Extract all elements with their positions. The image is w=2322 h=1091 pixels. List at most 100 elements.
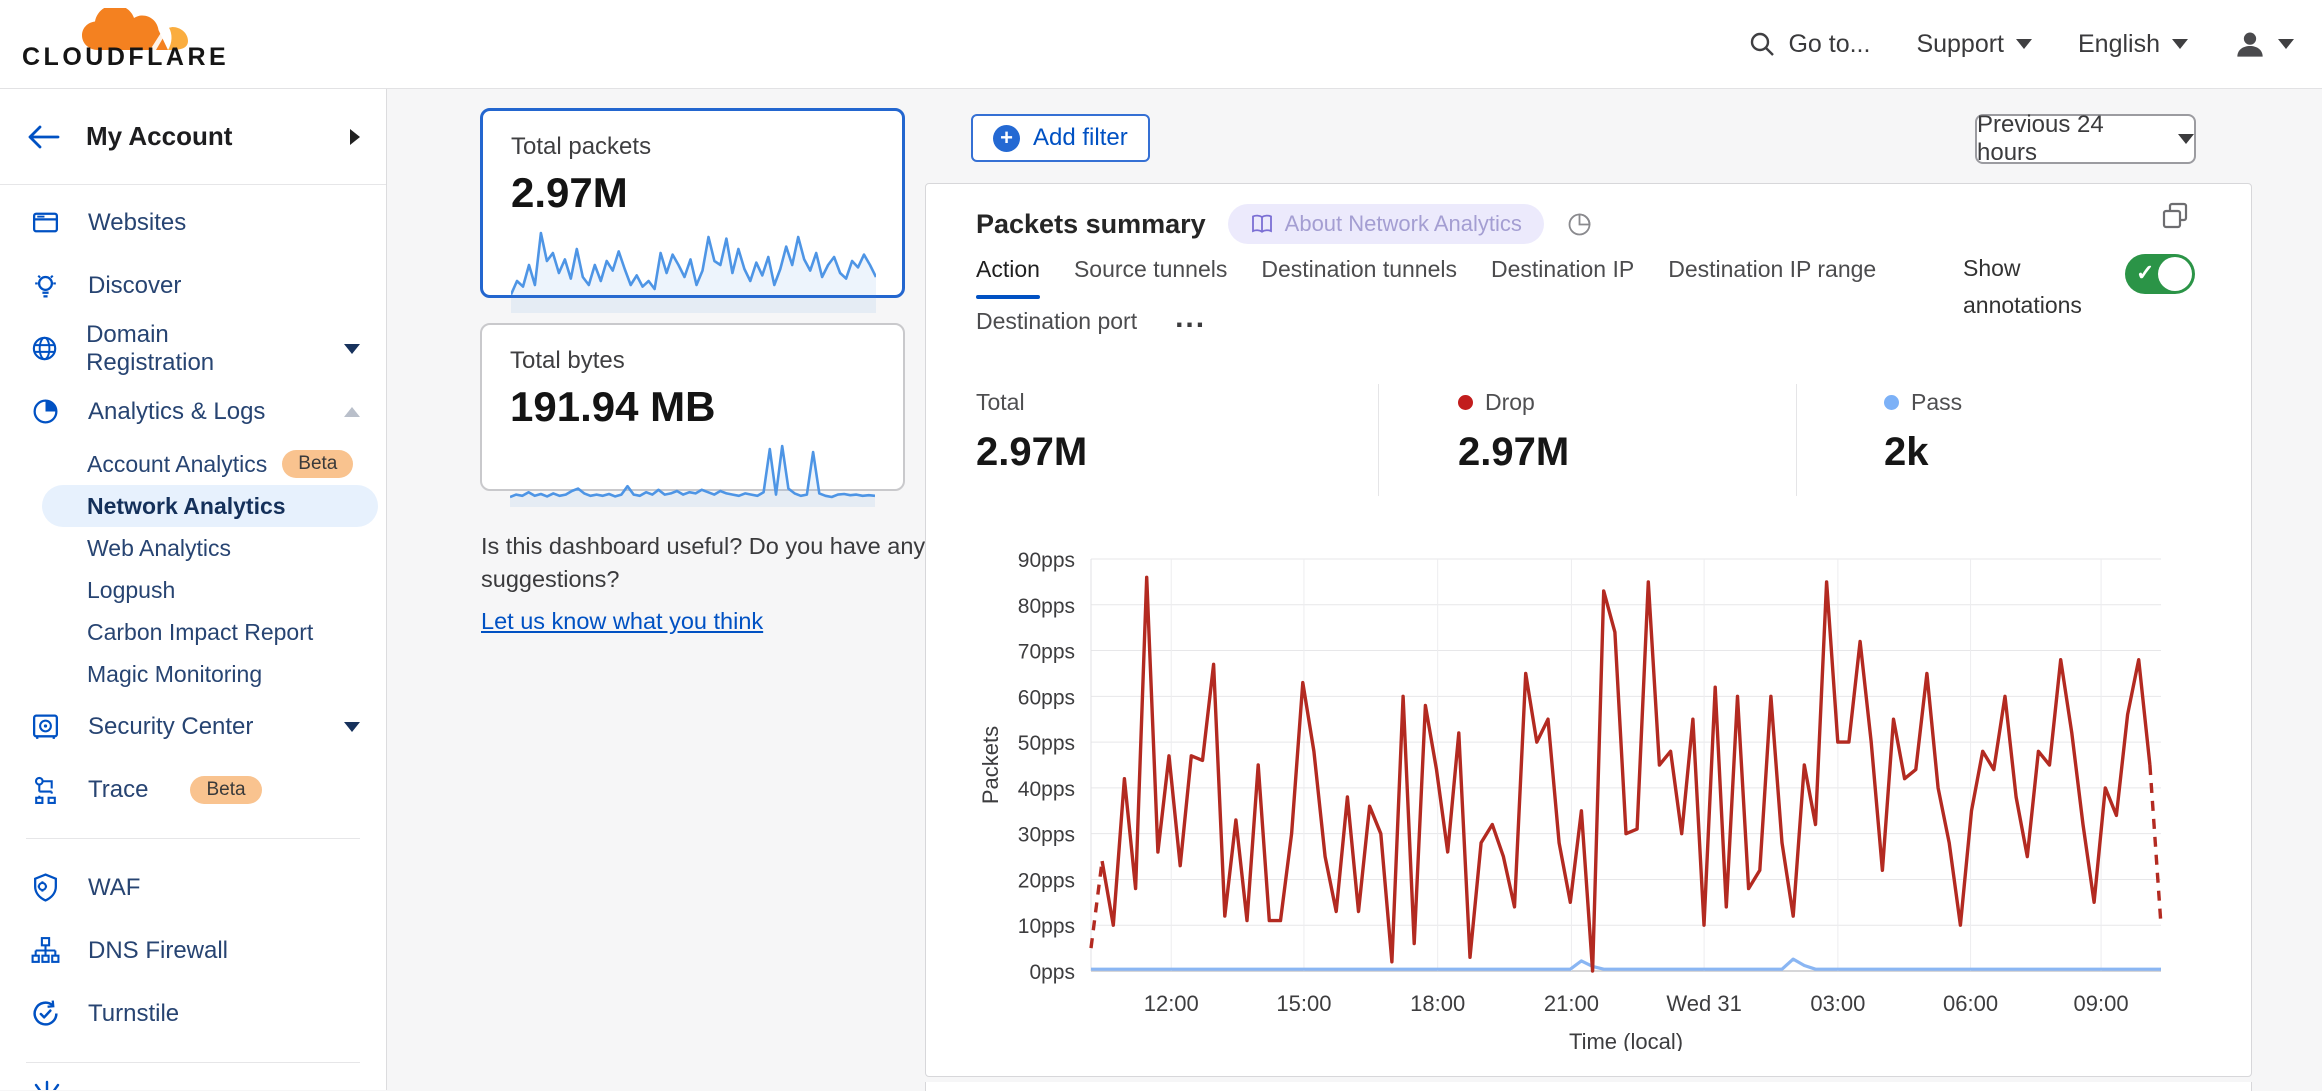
beta-badge: Beta	[190, 776, 261, 804]
dimension-tabs: Action Source tunnels Destination tunnel…	[976, 256, 1876, 287]
more-tabs-button[interactable]: ...	[1175, 312, 1206, 336]
sidebar-subitem-network-analytics[interactable]: Network Analytics	[42, 485, 378, 527]
cloudflare-logo[interactable]: CLOUDFLARE	[22, 8, 194, 74]
sidebar-item-label: Websites	[88, 209, 186, 237]
support-label: Support	[1916, 30, 2004, 59]
svg-text:03:00: 03:00	[1810, 991, 1865, 1016]
goto-search[interactable]: Go to...	[1748, 30, 1870, 59]
sidebar-divider	[26, 838, 360, 839]
chevron-right-icon[interactable]	[350, 129, 360, 145]
sidebar-item-label: Turnstile	[88, 1000, 179, 1028]
card-value: 191.94 MB	[510, 383, 875, 431]
card-title: Total packets	[511, 133, 874, 161]
sidebar-item-turnstile[interactable]: Turnstile	[0, 982, 386, 1045]
sidebar-subitem-carbon-impact-report[interactable]: Carbon Impact Report	[0, 611, 386, 653]
plus-icon: +	[993, 125, 1020, 152]
packets-summary-panel: Packets summary About Network Analytics …	[925, 183, 2252, 1077]
stats-row: Total 2.97M Drop 2.97M Pass 2k	[976, 389, 2206, 475]
browser-icon	[30, 207, 61, 238]
stat-label: Drop	[1485, 389, 1535, 416]
subitem-label: Web Analytics	[87, 535, 231, 562]
feedback-link[interactable]: Let us know what you think	[481, 605, 763, 638]
stat-value: 2.97M	[976, 430, 1428, 475]
total-packets-card[interactable]: Total packets 2.97M	[480, 108, 905, 298]
tab-destination-ip-range[interactable]: Destination IP range	[1668, 256, 1876, 287]
sidebar-item-label: Trace	[88, 776, 148, 804]
sidebar-item-security-center[interactable]: Security Center	[0, 695, 386, 758]
stats-divider	[1378, 384, 1379, 496]
sidebar-subitem-logpush[interactable]: Logpush	[0, 569, 386, 611]
user-icon	[2234, 28, 2266, 60]
add-filter-button[interactable]: + Add filter	[971, 114, 1150, 162]
stats-divider	[1796, 384, 1797, 496]
sidebar-subitem-account-analytics[interactable]: Account Analytics Beta	[0, 443, 386, 485]
sidebar-item-discover[interactable]: Discover	[0, 254, 386, 317]
svg-text:09:00: 09:00	[2074, 991, 2129, 1016]
back-arrow-icon[interactable]	[26, 124, 60, 150]
tab-action[interactable]: Action	[976, 256, 1040, 287]
pie-chart-icon	[30, 396, 61, 427]
subitem-label: Logpush	[87, 577, 175, 604]
card-value: 2.97M	[511, 169, 874, 217]
sidebar-divider	[26, 1062, 360, 1063]
sidebar-subitem-magic-monitoring[interactable]: Magic Monitoring	[0, 653, 386, 695]
tab-destination-ip[interactable]: Destination IP	[1491, 256, 1634, 287]
check-icon: ✓	[2136, 260, 2154, 286]
add-filter-label: Add filter	[1033, 124, 1128, 152]
account-menu[interactable]	[2234, 28, 2294, 60]
panel-title: Packets summary	[976, 209, 1206, 240]
language-menu[interactable]: English	[2078, 30, 2188, 59]
about-network-analytics-badge[interactable]: About Network Analytics	[1228, 204, 1544, 244]
trace-icon	[30, 774, 61, 805]
search-icon	[1748, 30, 1776, 58]
stat-pass: Pass 2k	[1846, 389, 2206, 475]
shield-gear-icon	[30, 872, 61, 903]
sidebar-item-analytics-logs[interactable]: Analytics & Logs	[0, 380, 386, 443]
show-annotations-toggle[interactable]: ✓	[2125, 254, 2195, 294]
stat-label: Pass	[1911, 389, 1962, 416]
account-name[interactable]: My Account	[86, 121, 350, 152]
beta-badge: Beta	[282, 450, 353, 478]
svg-text:50pps: 50pps	[1018, 732, 1075, 755]
total-bytes-card[interactable]: Total bytes 191.94 MB	[480, 323, 905, 491]
sidebar-item-websites[interactable]: Websites	[0, 191, 386, 254]
toggle-knob	[2158, 257, 2192, 291]
feedback-question: Is this dashboard useful? Do you have an…	[481, 533, 925, 592]
stat-total: Total 2.97M	[976, 389, 1428, 475]
zero-trust-icon[interactable]	[30, 1080, 64, 1090]
language-label: English	[2078, 30, 2160, 59]
account-row: My Account	[0, 89, 386, 185]
total-packets-sparkline	[511, 221, 876, 313]
time-range-label: Previous 24 hours	[1977, 111, 2163, 167]
tab-destination-tunnels[interactable]: Destination tunnels	[1261, 256, 1457, 287]
support-menu[interactable]: Support	[1916, 30, 2032, 59]
sidebar-item-trace[interactable]: Trace Beta	[0, 758, 386, 821]
time-range-dropdown[interactable]: Previous 24 hours	[1975, 114, 2196, 164]
sidebar-subitem-web-analytics[interactable]: Web Analytics	[0, 527, 386, 569]
sidebar-item-label: DNS Firewall	[88, 937, 228, 965]
svg-text:21:00: 21:00	[1544, 991, 1599, 1016]
sidebar-item-label: WAF	[88, 874, 140, 902]
chevron-up-icon	[344, 407, 360, 417]
feedback-block: Is this dashboard useful? Do you have an…	[481, 530, 936, 638]
sidebar-item-domain-registration[interactable]: Domain Registration	[0, 317, 386, 380]
dimension-tabs-row2: Destination port ...	[976, 308, 1206, 339]
chart-type-icon[interactable]	[1566, 211, 1593, 238]
tab-source-tunnels[interactable]: Source tunnels	[1074, 256, 1227, 287]
top-bar: CLOUDFLARE Go to... Support English	[0, 0, 2322, 89]
sidebar-item-dns-firewall[interactable]: DNS Firewall	[0, 919, 386, 982]
svg-text:10pps: 10pps	[1018, 915, 1075, 938]
svg-text:40pps: 40pps	[1018, 778, 1075, 801]
stat-value: 2k	[1884, 430, 2206, 475]
chevron-down-icon	[344, 722, 360, 732]
svg-text:90pps: 90pps	[1018, 549, 1075, 572]
sidebar-item-waf[interactable]: WAF	[0, 856, 386, 919]
svg-text:30pps: 30pps	[1018, 824, 1075, 847]
tab-destination-port[interactable]: Destination port	[976, 308, 1137, 339]
expand-panel-icon[interactable]	[2159, 200, 2191, 232]
svg-text:Wed 31: Wed 31	[1666, 991, 1741, 1016]
subitem-label: Carbon Impact Report	[87, 619, 313, 646]
sidebar-item-label: Discover	[88, 272, 181, 300]
pass-dot	[1884, 395, 1899, 410]
svg-text:70pps: 70pps	[1018, 641, 1075, 664]
